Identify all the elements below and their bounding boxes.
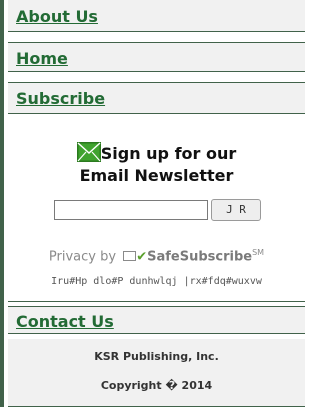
envelope-outline-icon	[123, 251, 137, 262]
signup-go-button[interactable]: J R	[211, 199, 261, 221]
nav-item-about: About Us	[8, 0, 305, 32]
nav-spacer	[8, 72, 305, 82]
newsletter-title-line2: Email Newsletter	[79, 166, 234, 185]
nav-spacer	[8, 32, 305, 42]
footer-company: KSR Publishing, Inc.	[94, 350, 219, 363]
cipher-text: Iru#Hp dlo#P dunhwlqj |rx#fdq#wuxvw	[51, 276, 262, 287]
privacy-prefix: Privacy by	[48, 249, 117, 265]
nav-link-contact[interactable]: Contact Us	[16, 312, 114, 331]
sidebar-frame: About Us Home Subscribe Sign up for our …	[0, 0, 305, 407]
service-mark: SM	[252, 248, 265, 257]
safesubscribe-logo: SafeSubscribe	[147, 249, 253, 265]
checkmark-icon: ✔	[136, 249, 148, 265]
footer-copyright: Copyright � 2014	[100, 379, 213, 392]
nav-link-about[interactable]: About Us	[16, 7, 98, 26]
newsletter-signup: Sign up for our Email Newsletter J R Pri…	[8, 114, 305, 302]
newsletter-title: Sign up for our Email Newsletter	[8, 142, 305, 187]
nav-link-home[interactable]: Home	[16, 49, 68, 68]
privacy-by-safesubscribe: Privacy by ✔SafeSubscribeSM	[8, 248, 305, 264]
nav-item-subscribe: Subscribe	[8, 82, 305, 114]
nav-link-subscribe[interactable]: Subscribe	[16, 89, 105, 108]
email-field[interactable]	[54, 200, 208, 220]
nav-item-contact: Contact Us	[8, 306, 305, 334]
footer: KSR Publishing, Inc. Copyright � 2014	[8, 339, 305, 407]
nav-item-home: Home	[8, 42, 305, 72]
envelope-icon	[76, 142, 101, 162]
newsletter-title-line1: Sign up for our	[100, 144, 237, 163]
